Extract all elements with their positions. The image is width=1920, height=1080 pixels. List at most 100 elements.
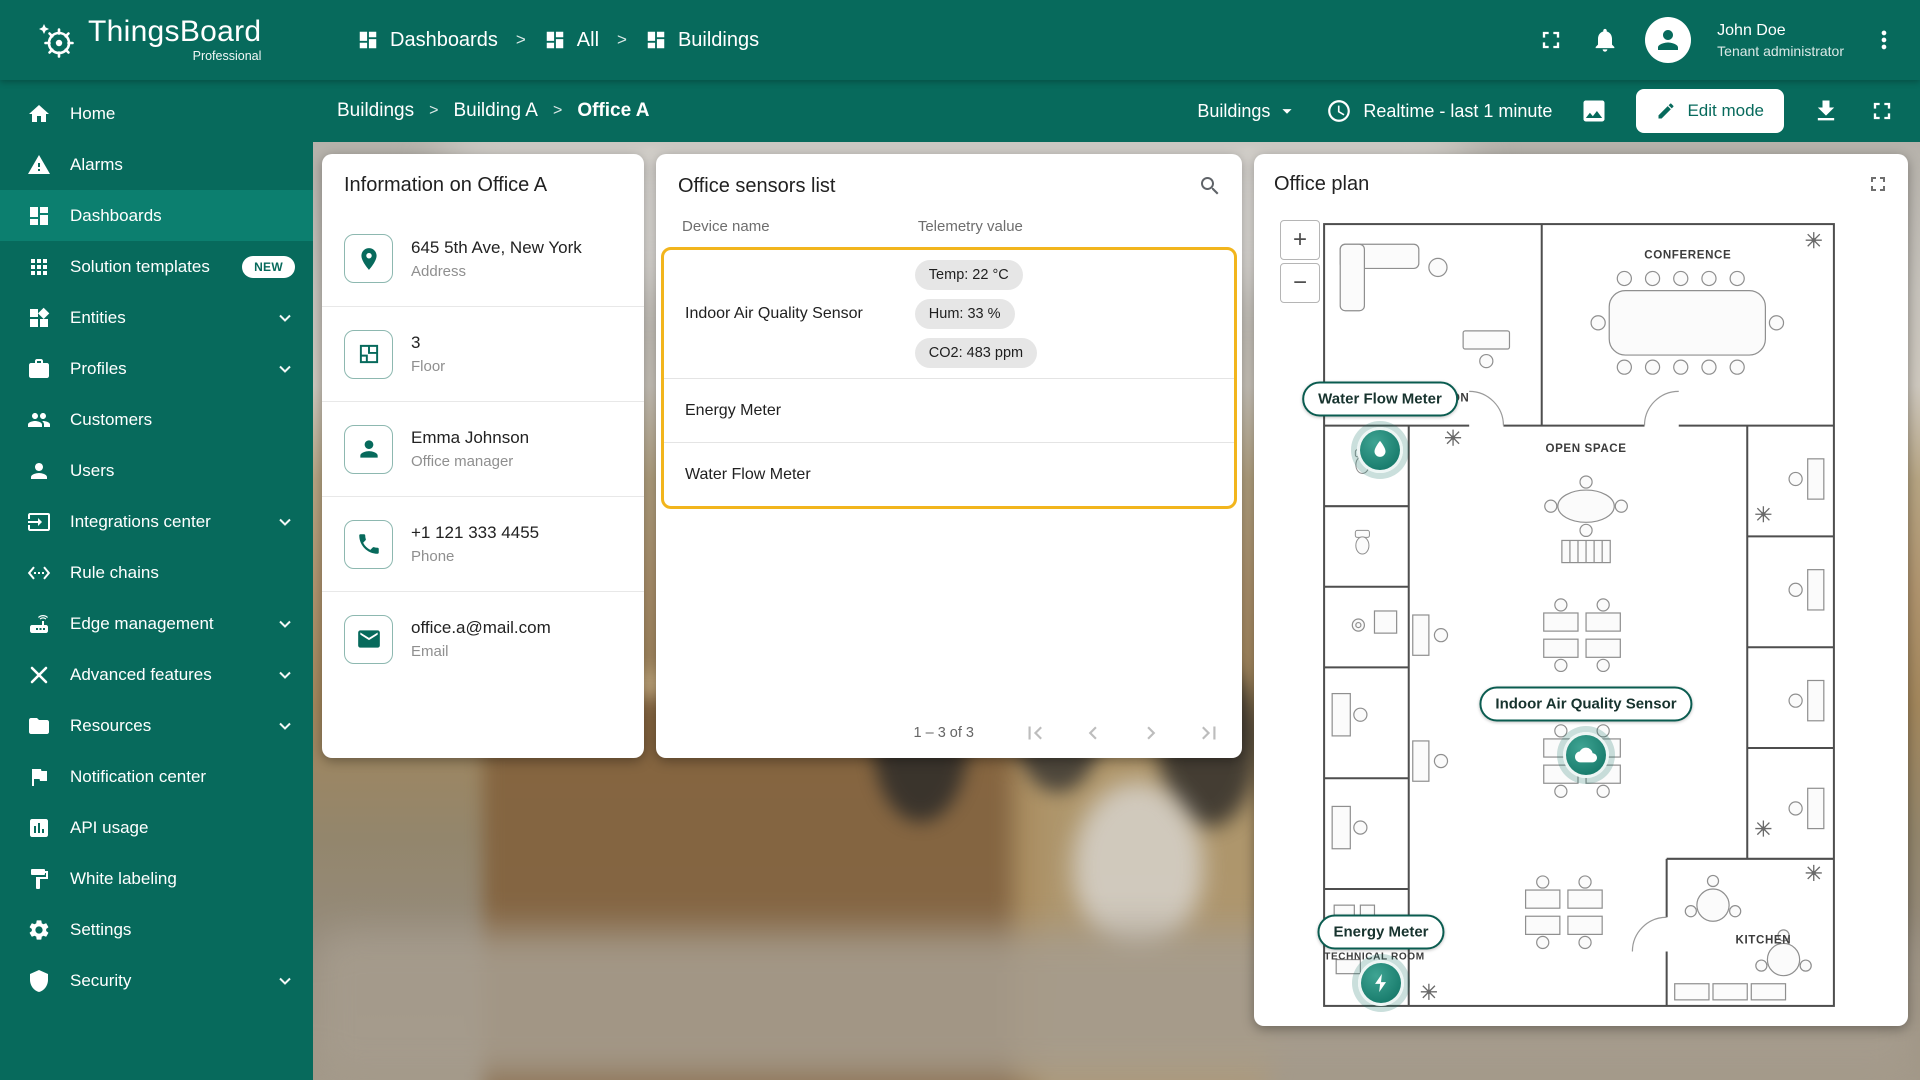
dashboards-icon [357,29,379,51]
chevron-down-icon [275,716,295,736]
room-label-kitchen: KITCHEN [1736,934,1792,946]
column-telemetry-value: Telemetry value [918,218,1218,235]
search-icon [1198,174,1222,198]
entity-select[interactable]: Buildings [1197,100,1298,122]
zoom-out-button[interactable]: − [1280,263,1320,303]
breadcrumb-buildings-link[interactable]: Buildings [337,100,414,122]
edit-mode-button[interactable]: Edit mode [1636,89,1784,133]
plan-fullscreen-button[interactable] [1866,172,1890,196]
sidebar-item-settings[interactable]: Settings [0,904,313,955]
chevron-down-icon [275,971,295,991]
sidebar-item-alarms[interactable]: Alarms [0,139,313,190]
table-row-indoor-air-quality[interactable]: Indoor Air Quality Sensor Temp: 22 °C Hu… [664,250,1234,378]
sidebar-item-dashboards[interactable]: Dashboards [0,190,313,241]
ethernet-chain-icon [27,561,51,585]
telemetry-chip-temp: Temp: 22 °C [915,260,1023,290]
sidebar-item-security[interactable]: Security [0,955,313,1006]
timewindow-button[interactable]: Realtime - last 1 minute [1326,98,1552,124]
sensors-card-title: Office sensors list [678,175,835,198]
sidebar-item-home[interactable]: Home [0,88,313,139]
chevron-right-icon [1138,720,1164,746]
dashboards-icon [27,204,51,228]
room-label-conference: CONFERENCE [1644,249,1731,261]
sidebar-item-entities[interactable]: Entities [0,292,313,343]
folder-icon [27,714,51,738]
room-label-open-space: OPEN SPACE [1545,443,1626,455]
sidebar: Home Alarms Dashboards Solution template… [0,80,313,1080]
device-name: Water Flow Meter [664,466,915,484]
email-icon [344,615,393,664]
sidebar-item-integrations-center[interactable]: Integrations center [0,496,313,547]
search-button[interactable] [1198,174,1222,198]
sidebar-item-advanced-features[interactable]: Advanced features [0,649,313,700]
floor-plan-drawing: CONFERENCE RECEPTION OPEN SPACE KITCHEN … [1309,212,1849,1018]
chevron-down-icon [275,512,295,532]
paginator: 1 – 3 of 3 [914,720,1222,746]
plan-marker-label-indoor-air-quality-sensor[interactable]: Indoor Air Quality Sensor [1479,687,1692,722]
email-label: Email [411,643,551,660]
sidebar-item-resources[interactable]: Resources [0,700,313,751]
table-row-water-flow-meter[interactable]: Water Flow Meter [664,442,1234,506]
telemetry-chip-humidity: Hum: 33 % [915,299,1015,329]
bell-icon [1591,26,1619,54]
info-row-manager: Emma Johnson Office manager [322,401,644,496]
sidebar-item-customers[interactable]: Customers [0,394,313,445]
breadcrumb-all[interactable]: All [544,29,599,52]
people-icon [27,408,51,432]
fullscreen-icon [1537,26,1565,54]
last-page-button[interactable] [1196,720,1222,746]
input-icon [27,510,51,534]
column-device-name: Device name [682,218,918,235]
chevron-down-icon [275,614,295,634]
header-menu-button[interactable] [1870,26,1898,54]
manager-label: Office manager [411,453,529,470]
person-icon [1653,25,1683,55]
previous-page-button[interactable] [1080,720,1106,746]
sidebar-item-edge-management[interactable]: Edge management [0,598,313,649]
sidebar-item-users[interactable]: Users [0,445,313,496]
last-page-icon [1196,720,1222,746]
phone-value: +1 121 333 4455 [411,523,539,543]
telemetry-chip-co2: CO2: 483 ppm [915,338,1037,368]
sidebar-item-profiles[interactable]: Profiles [0,343,313,394]
flag-icon [27,765,51,789]
dashboard-image-button[interactable] [1580,97,1608,125]
zoom-in-button[interactable]: + [1280,220,1320,260]
breadcrumb-buildings[interactable]: Buildings [645,29,759,52]
image-icon [1580,97,1608,125]
fullscreen-button[interactable] [1537,26,1565,54]
sidebar-item-rule-chains[interactable]: Rule chains [0,547,313,598]
dashboard-group-icon [645,29,667,51]
widgets-icon [27,306,51,330]
person-icon [344,425,393,474]
next-page-button[interactable] [1138,720,1164,746]
sidebar-item-white-labeling[interactable]: White labeling [0,853,313,904]
first-page-button[interactable] [1022,720,1048,746]
sidebar-item-solution-templates[interactable]: Solution templates NEW [0,241,313,292]
sidebar-item-api-usage[interactable]: API usage [0,802,313,853]
office-sensors-card: Office sensors list Device name Telemetr… [656,154,1242,758]
office-plan-card: Office plan + − [1254,154,1908,1026]
plan-marker-indoor-air-quality-sensor[interactable] [1563,732,1609,778]
office-info-card: Information on Office A 645 5th Ave, New… [322,154,644,758]
plan-marker-label-water-flow-meter[interactable]: Water Flow Meter [1302,382,1458,417]
fullscreen-icon [1868,97,1896,125]
home-icon [27,102,51,126]
sidebar-item-notification-center[interactable]: Notification center [0,751,313,802]
table-row-energy-meter[interactable]: Energy Meter [664,378,1234,442]
plan-marker-water-flow-meter[interactable] [1357,427,1403,473]
export-button[interactable] [1812,97,1840,125]
user-avatar[interactable] [1645,17,1691,63]
floor-plan-canvas[interactable]: + − [1254,210,1908,1026]
page-range-label: 1 – 3 of 3 [914,725,974,741]
breadcrumb-dashboards[interactable]: Dashboards [357,29,498,52]
breadcrumb-building-a-link[interactable]: Building A [453,100,538,122]
plan-marker-energy-meter[interactable] [1358,960,1404,1006]
brand-logo[interactable]: ThingsBoard Professional [0,17,313,63]
plan-marker-label-energy-meter[interactable]: Energy Meter [1317,915,1444,950]
air-cloud-icon [1575,744,1597,766]
dashboard-fullscreen-button[interactable] [1868,97,1896,125]
floor-value: 3 [411,333,445,353]
user-name: John Doe [1717,22,1844,40]
notifications-button[interactable] [1591,26,1619,54]
